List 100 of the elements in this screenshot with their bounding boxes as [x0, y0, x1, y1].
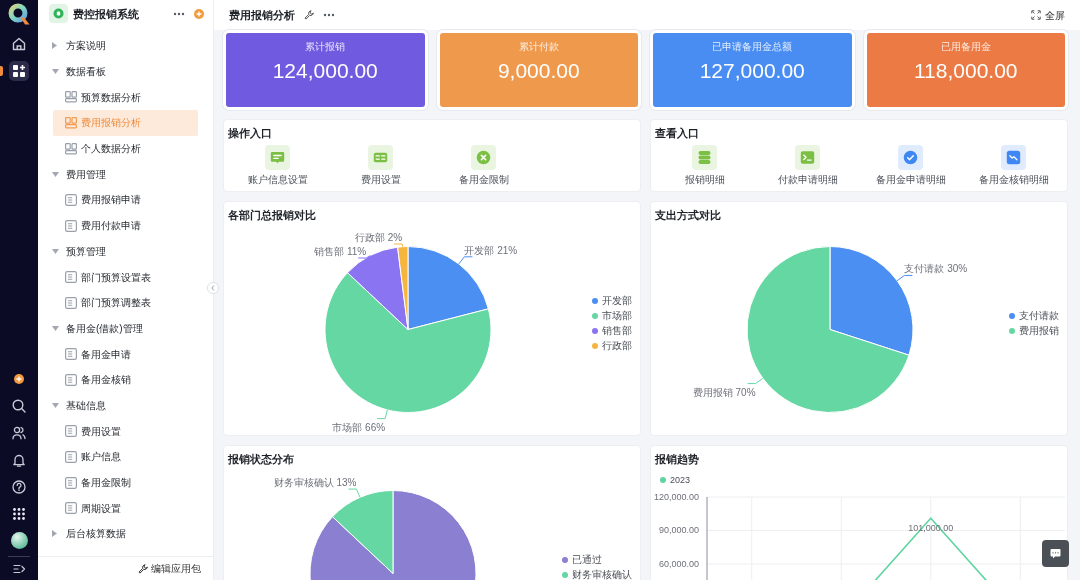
sidebar-group[interactable]: 后台核算数据 — [53, 521, 198, 547]
leader-line — [357, 255, 371, 259]
chart-title: 报销状态分布 — [227, 452, 295, 466]
legend-label: 市场部 — [602, 310, 632, 322]
shortcut-link[interactable]: 付款申请明细 — [777, 145, 838, 187]
leader-line — [896, 274, 913, 282]
slice-label: 支付请款 30% — [904, 263, 968, 275]
document-icon — [65, 348, 77, 361]
stat-label: 累计付款 — [518, 40, 559, 54]
shortcut-link[interactable]: 报销明细 — [684, 145, 725, 187]
chat-button[interactable] — [1042, 540, 1069, 567]
help-icon[interactable] — [12, 479, 26, 494]
sidebar-item[interactable]: 费用报销申请 — [53, 187, 198, 213]
chart-title: 报销趋势 — [654, 452, 700, 466]
document-icon — [65, 425, 77, 438]
app-title: 费控报销系统 — [73, 6, 139, 21]
app-icon — [49, 4, 68, 23]
sidebar-item[interactable]: 费用付款申请 — [53, 212, 198, 239]
chat-icon — [1050, 548, 1061, 559]
slice-label: 开发部 21% — [464, 244, 518, 256]
avatar-icon[interactable] — [10, 532, 28, 549]
more-icon[interactable] — [323, 13, 335, 17]
shortcut-link[interactable]: 备用金限制 — [458, 145, 509, 187]
dashboard-icon — [65, 91, 77, 104]
chart-title: 支出方式对比 — [654, 208, 722, 222]
legend-label: 行政部 — [602, 340, 632, 352]
plus-icon[interactable] — [14, 373, 24, 384]
sidebar-item[interactable]: 备用金核销 — [53, 366, 198, 393]
document-icon — [65, 219, 77, 232]
shortcut-link[interactable]: 备用金核销明细 — [978, 145, 1049, 187]
more-icon[interactable] — [173, 11, 185, 16]
page-title: 费用报销分析 — [229, 8, 295, 22]
shortcut-link[interactable]: 费用设置 — [360, 145, 401, 187]
document-icon — [65, 502, 77, 515]
sidebar-group[interactable]: 备用金(借款)管理 — [53, 315, 198, 342]
sidebar-item[interactable]: 周期设置 — [53, 495, 198, 522]
stat-value: 127,000.00 — [699, 58, 805, 84]
sidebar-item[interactable]: 备用金申请 — [53, 341, 198, 367]
stat-label: 已用备用金 — [940, 40, 991, 54]
leader-line — [376, 409, 388, 420]
message-icon — [265, 145, 290, 170]
lines-arrow-icon[interactable] — [12, 562, 26, 575]
terminal-icon — [795, 145, 820, 170]
shortcut-link[interactable]: 备用金申请明细 — [875, 145, 946, 187]
document-icon — [65, 450, 77, 463]
stat-value: 118,000.00 — [913, 58, 1018, 84]
sidebar-item[interactable]: 部门预算调整表 — [53, 289, 198, 316]
sidebar-group[interactable]: 方案说明 — [53, 33, 198, 59]
slice-label: 行政部 2% — [355, 232, 403, 243]
legend-label: 费用报销 — [1019, 325, 1059, 337]
slice-label: 市场部 66% — [332, 421, 386, 433]
sidebar-item[interactable]: 费用设置 — [53, 418, 198, 444]
wrench-icon — [138, 563, 148, 574]
stat-label: 累计报销 — [305, 40, 346, 54]
axis-label: 90,000.00 — [658, 525, 699, 536]
slice-label: 费用报销 70% — [692, 386, 756, 398]
legend-label: 已通过 — [572, 554, 602, 566]
leader-line — [347, 488, 361, 498]
database-icon — [692, 145, 717, 170]
grid-icon[interactable] — [13, 507, 25, 520]
wrench-icon[interactable] — [304, 10, 314, 20]
sidebar-item[interactable]: 部门预算设置表 — [53, 264, 198, 290]
document-icon — [65, 271, 77, 284]
legend-label: 财务审核确认 — [572, 569, 632, 580]
stat-value: 124,000.00 — [272, 58, 378, 84]
fullscreen-button[interactable]: 全屏 — [1031, 7, 1065, 23]
stat-value: 9,000.00 — [497, 58, 580, 84]
document-icon — [65, 296, 77, 309]
sidebar-group[interactable]: 费用管理 — [53, 161, 198, 188]
chart-title: 各部门总报销对比 — [227, 208, 317, 222]
dashboard-icon — [65, 142, 77, 155]
expand-icon — [1031, 10, 1041, 20]
leader-line — [393, 243, 404, 248]
sidebar-group[interactable]: 数据看板 — [53, 58, 198, 85]
sidebar-item[interactable]: 个人数据分析 — [53, 135, 198, 162]
leader-line — [458, 256, 473, 265]
apps-icon — [13, 65, 25, 77]
legend-label: 2023 — [670, 474, 691, 486]
card-icon — [368, 145, 393, 170]
panel-title: 操作入口 — [227, 126, 273, 140]
sidebar-item[interactable]: 预算数据分析 — [53, 84, 198, 111]
sidebar-group[interactable]: 基础信息 — [53, 392, 198, 419]
search-icon[interactable] — [12, 398, 26, 413]
logo-icon — [8, 3, 30, 25]
sidebar-group[interactable]: 预算管理 — [53, 238, 198, 265]
shortcut-link[interactable]: 账户信息设置 — [247, 145, 308, 187]
users-icon[interactable] — [12, 425, 26, 440]
document-icon — [65, 373, 77, 386]
legend-label: 支付请款 — [1019, 310, 1059, 322]
axis-label: 120,000.00 — [653, 492, 699, 502]
legend-label: 销售部 — [602, 325, 632, 337]
home-icon — [12, 37, 26, 51]
leader-line — [747, 377, 764, 385]
sidebar-item[interactable]: 备用金限制 — [53, 469, 198, 496]
bell-icon[interactable] — [12, 452, 26, 467]
stat-label: 已申请备用金总额 — [712, 40, 793, 54]
edit-package-button[interactable]: 编辑应用包 — [138, 561, 201, 576]
sidebar-item[interactable]: 账户信息 — [53, 444, 198, 470]
apps-button[interactable] — [9, 61, 29, 81]
document-icon — [65, 193, 77, 206]
